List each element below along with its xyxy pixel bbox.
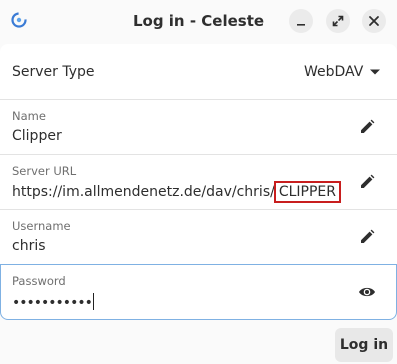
pencil-icon[interactable]	[358, 173, 376, 191]
server-type-row[interactable]: Server Type WebDAV	[0, 44, 397, 99]
title-bar: Log in - Celeste	[0, 0, 397, 42]
server-url-value[interactable]: https://im.allmendenetz.de/dav/chris/CLI…	[12, 181, 341, 203]
server-type-value[interactable]: WebDAV	[304, 64, 363, 80]
maximize-icon	[332, 15, 344, 27]
chevron-down-icon[interactable]	[369, 68, 381, 76]
name-label: Name	[12, 109, 46, 123]
password-label: Password	[12, 274, 66, 288]
login-button[interactable]: Log in	[335, 328, 393, 362]
close-icon	[369, 16, 379, 26]
password-field[interactable]: Password •••••••••••	[0, 264, 397, 320]
name-field[interactable]: Name Clipper	[0, 100, 397, 154]
eye-icon[interactable]	[358, 285, 376, 299]
username-field[interactable]: Username chris	[0, 210, 397, 264]
password-dots: •••••••••••	[12, 295, 93, 311]
username-value[interactable]: chris	[12, 238, 46, 254]
maximize-button[interactable]	[326, 9, 350, 33]
server-type-label: Server Type	[12, 64, 95, 80]
name-value[interactable]: Clipper	[12, 128, 62, 144]
minimize-icon	[297, 24, 305, 26]
server-url-highlight: CLIPPER	[273, 181, 341, 203]
text-caret	[92, 293, 94, 310]
server-url-field[interactable]: Server URL https://im.allmendenetz.de/da…	[0, 155, 397, 209]
pencil-icon[interactable]	[358, 228, 376, 246]
minimize-button[interactable]	[289, 9, 313, 33]
username-label: Username	[12, 219, 71, 233]
close-button[interactable]	[362, 9, 386, 33]
server-url-prefix: https://im.allmendenetz.de/dav/chris/	[12, 184, 275, 200]
server-url-label: Server URL	[12, 164, 77, 178]
password-value[interactable]: •••••••••••	[12, 293, 94, 311]
pencil-icon[interactable]	[358, 118, 376, 136]
login-form: Server Type WebDAV Name Clipper Server U…	[0, 44, 397, 320]
